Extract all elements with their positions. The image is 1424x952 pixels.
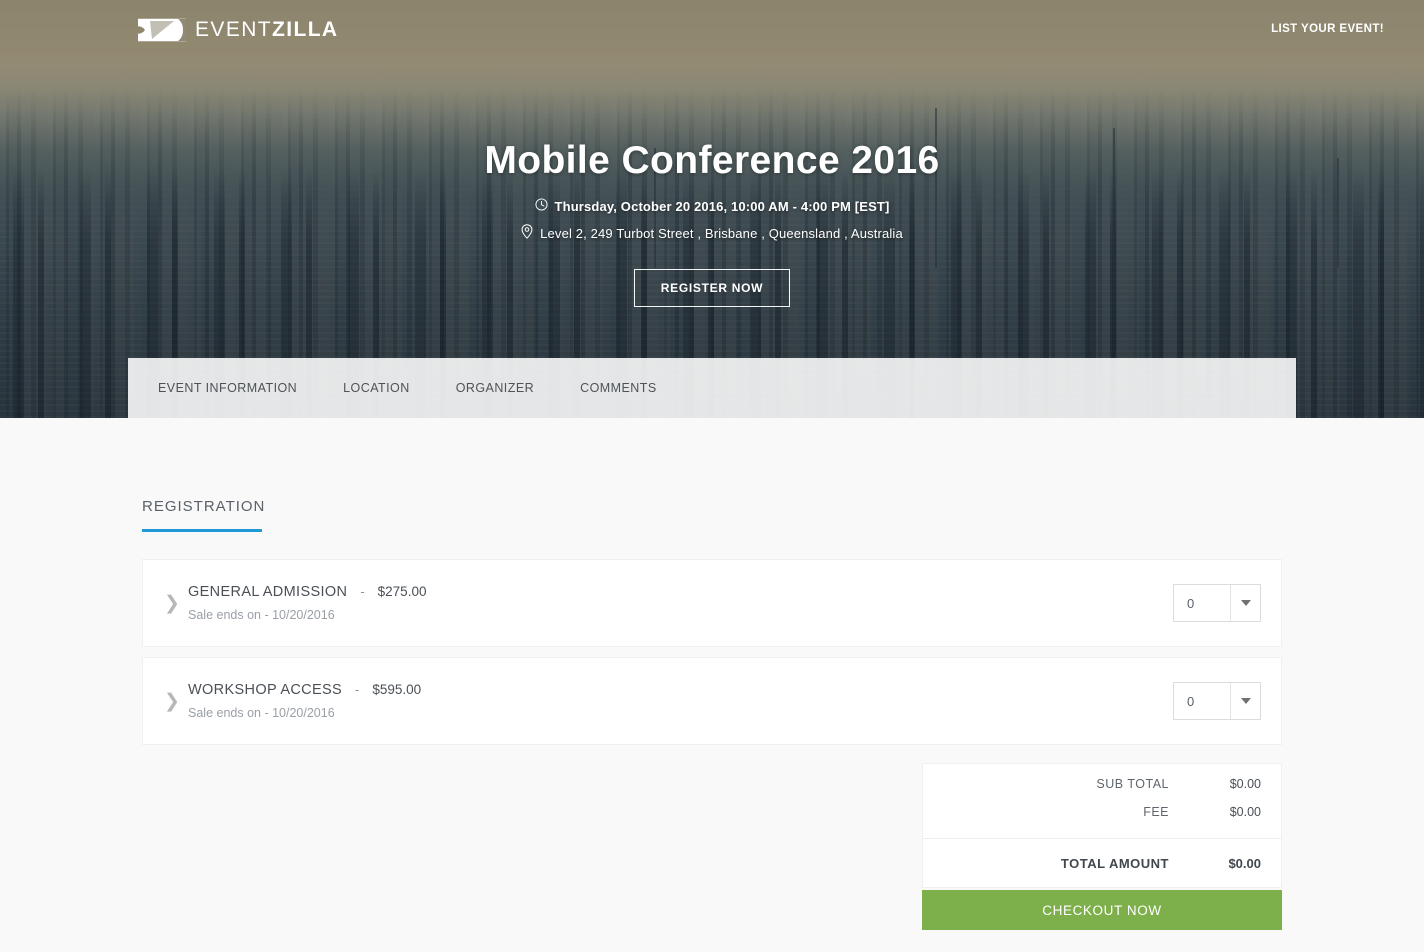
ticket-title-row: WORKSHOP ACCESS - $595.00 xyxy=(188,682,1173,698)
table-row[interactable]: ❯ WORKSHOP ACCESS - $595.00 Sale ends on… xyxy=(142,657,1282,745)
site-logo[interactable]: EVENTZILLA xyxy=(138,16,339,44)
totals-section: SUB TOTAL $0.00 FEE $0.00 TOTAL AMOUNT $… xyxy=(142,763,1282,930)
caret-down-icon[interactable] xyxy=(1230,683,1260,719)
hero-content: Mobile Conference 2016 Thursday, October… xyxy=(0,138,1424,307)
tab-organizer[interactable]: ORGANIZER xyxy=(456,381,534,395)
tab-location[interactable]: LOCATION xyxy=(343,381,410,395)
ticket-sale-ends: Sale ends on - 10/20/2016 xyxy=(188,706,1173,720)
ticket-price: $595.00 xyxy=(372,682,421,697)
sub-total-value: $0.00 xyxy=(1169,777,1261,791)
checkout-now-button[interactable]: CHECKOUT NOW xyxy=(922,890,1282,930)
sub-total-label: SUB TOTAL xyxy=(1096,777,1169,791)
event-location: Level 2, 249 Turbot Street , Brisbane , … xyxy=(0,224,1424,244)
totals-panel: SUB TOTAL $0.00 FEE $0.00 TOTAL AMOUNT $… xyxy=(922,763,1282,888)
event-location-text: Level 2, 249 Turbot Street , Brisbane , … xyxy=(540,225,903,243)
ticket-details: WORKSHOP ACCESS - $595.00 Sale ends on -… xyxy=(183,682,1173,720)
chevron-right-icon[interactable]: ❯ xyxy=(161,594,183,613)
chevron-right-icon[interactable]: ❯ xyxy=(161,692,183,711)
tab-comments[interactable]: COMMENTS xyxy=(580,381,657,395)
ticket-name: GENERAL ADMISSION xyxy=(188,584,347,600)
event-tab-bar: EVENT INFORMATION LOCATION ORGANIZER COM… xyxy=(128,358,1296,418)
fee-value: $0.00 xyxy=(1169,805,1261,819)
ticket-separator: - xyxy=(355,682,359,697)
content-container: REGISTRATION ❯ GENERAL ADMISSION - $275.… xyxy=(142,498,1282,930)
quantity-value: 0 xyxy=(1174,683,1230,719)
logo-wordmark: EVENTZILLA xyxy=(195,17,339,43)
logo-text-light: EVENT xyxy=(195,18,272,41)
logo-text-bold: ZILLA xyxy=(272,18,338,41)
quantity-select[interactable]: 0 xyxy=(1173,682,1261,720)
ticket-price: $275.00 xyxy=(378,584,427,599)
main-content: REGISTRATION ❯ GENERAL ADMISSION - $275.… xyxy=(0,418,1424,930)
event-datetime-text: Thursday, October 20 2016, 10:00 AM - 4:… xyxy=(555,198,890,216)
ticket-name: WORKSHOP ACCESS xyxy=(188,682,342,698)
registration-heading: REGISTRATION xyxy=(142,498,265,532)
fee-row: FEE $0.00 xyxy=(923,798,1281,826)
ticket-list: ❯ GENERAL ADMISSION - $275.00 Sale ends … xyxy=(142,559,1282,745)
quantity-select[interactable]: 0 xyxy=(1173,584,1261,622)
ticket-icon xyxy=(138,17,186,43)
register-now-button[interactable]: REGISTER NOW xyxy=(634,269,790,307)
quantity-value: 0 xyxy=(1174,585,1230,621)
tab-event-information[interactable]: EVENT INFORMATION xyxy=(158,381,297,395)
totals-column: SUB TOTAL $0.00 FEE $0.00 TOTAL AMOUNT $… xyxy=(922,763,1282,930)
table-row[interactable]: ❯ GENERAL ADMISSION - $275.00 Sale ends … xyxy=(142,559,1282,647)
event-datetime: Thursday, October 20 2016, 10:00 AM - 4:… xyxy=(0,198,1424,216)
ticket-title-row: GENERAL ADMISSION - $275.00 xyxy=(188,584,1173,600)
clock-icon xyxy=(535,198,548,216)
total-amount-row: TOTAL AMOUNT $0.00 xyxy=(923,839,1281,887)
sub-total-row: SUB TOTAL $0.00 xyxy=(923,764,1281,798)
total-amount-value: $0.00 xyxy=(1169,856,1261,871)
total-amount-label: TOTAL AMOUNT xyxy=(1061,856,1169,871)
fee-label: FEE xyxy=(1143,805,1169,819)
ticket-details: GENERAL ADMISSION - $275.00 Sale ends on… xyxy=(183,584,1173,622)
ticket-sale-ends: Sale ends on - 10/20/2016 xyxy=(188,608,1173,622)
page-title: Mobile Conference 2016 xyxy=(0,138,1424,184)
ticket-separator: - xyxy=(360,584,364,599)
list-your-event-link[interactable]: LIST YOUR EVENT! xyxy=(1271,23,1384,35)
hero-banner: EVENTZILLA LIST YOUR EVENT! Mobile Confe… xyxy=(0,0,1424,418)
map-pin-icon xyxy=(521,224,533,244)
caret-down-icon[interactable] xyxy=(1230,585,1260,621)
